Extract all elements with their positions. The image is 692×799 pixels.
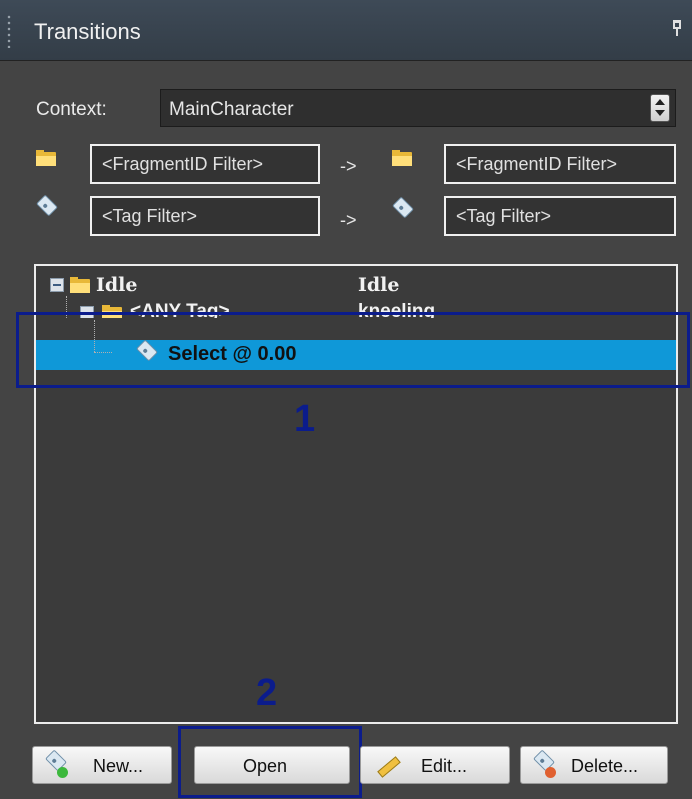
edit-button-label: Edit... — [421, 756, 468, 776]
open-button-label: Open — [243, 756, 288, 776]
edit-pencil-icon — [371, 753, 401, 779]
tag-to-filter-text: <Tag Filter> — [456, 206, 552, 226]
tag-icon — [32, 194, 58, 220]
fragment-to-filter-text: <FragmentID Filter> — [456, 154, 618, 174]
tree-node-name: Idle — [96, 274, 138, 296]
new-button-label: New... — [93, 756, 144, 776]
open-button[interactable]: Open — [194, 746, 350, 784]
folder-icon — [392, 150, 412, 166]
panel-title: Transitions — [34, 19, 141, 44]
transitions-panel: Context: MainCharacter <FragmentID Filte… — [6, 62, 690, 798]
annotation-box-1 — [16, 312, 690, 388]
context-dropdown[interactable]: MainCharacter — [160, 89, 676, 127]
annotation-number-2: 2 — [256, 672, 278, 714]
context-value: MainCharacter — [169, 99, 294, 120]
folder-open-icon — [70, 277, 90, 293]
tag-to-filter[interactable]: <Tag Filter> — [444, 196, 676, 236]
fragment-from-filter[interactable]: <FragmentID Filter> — [90, 144, 320, 184]
drag-grip-icon[interactable] — [6, 14, 12, 48]
arrow-label: -> — [340, 156, 357, 176]
new-tag-icon — [43, 749, 69, 779]
fragment-to-filter[interactable]: <FragmentID Filter> — [444, 144, 676, 184]
tag-icon — [388, 196, 414, 222]
tag-from-filter[interactable]: <Tag Filter> — [90, 196, 320, 236]
new-button[interactable]: New... — [32, 746, 172, 784]
tree-node-value: Idle — [358, 274, 400, 296]
folder-icon — [36, 150, 56, 166]
pin-icon[interactable] — [672, 20, 682, 36]
collapse-icon[interactable] — [50, 278, 64, 292]
edit-button[interactable]: Edit... — [360, 746, 510, 784]
delete-button[interactable]: Delete... — [520, 746, 668, 784]
fragment-from-filter-text: <FragmentID Filter> — [102, 154, 264, 174]
context-label: Context: — [36, 99, 107, 120]
panel-titlebar[interactable]: Transitions — [0, 0, 692, 61]
delete-tag-icon — [531, 749, 557, 779]
arrow-label: -> — [340, 210, 357, 230]
delete-button-label: Delete... — [571, 756, 639, 776]
tag-from-filter-text: <Tag Filter> — [102, 206, 198, 226]
annotation-number-1: 1 — [294, 398, 316, 440]
dropdown-spinner-icon[interactable] — [650, 94, 670, 122]
